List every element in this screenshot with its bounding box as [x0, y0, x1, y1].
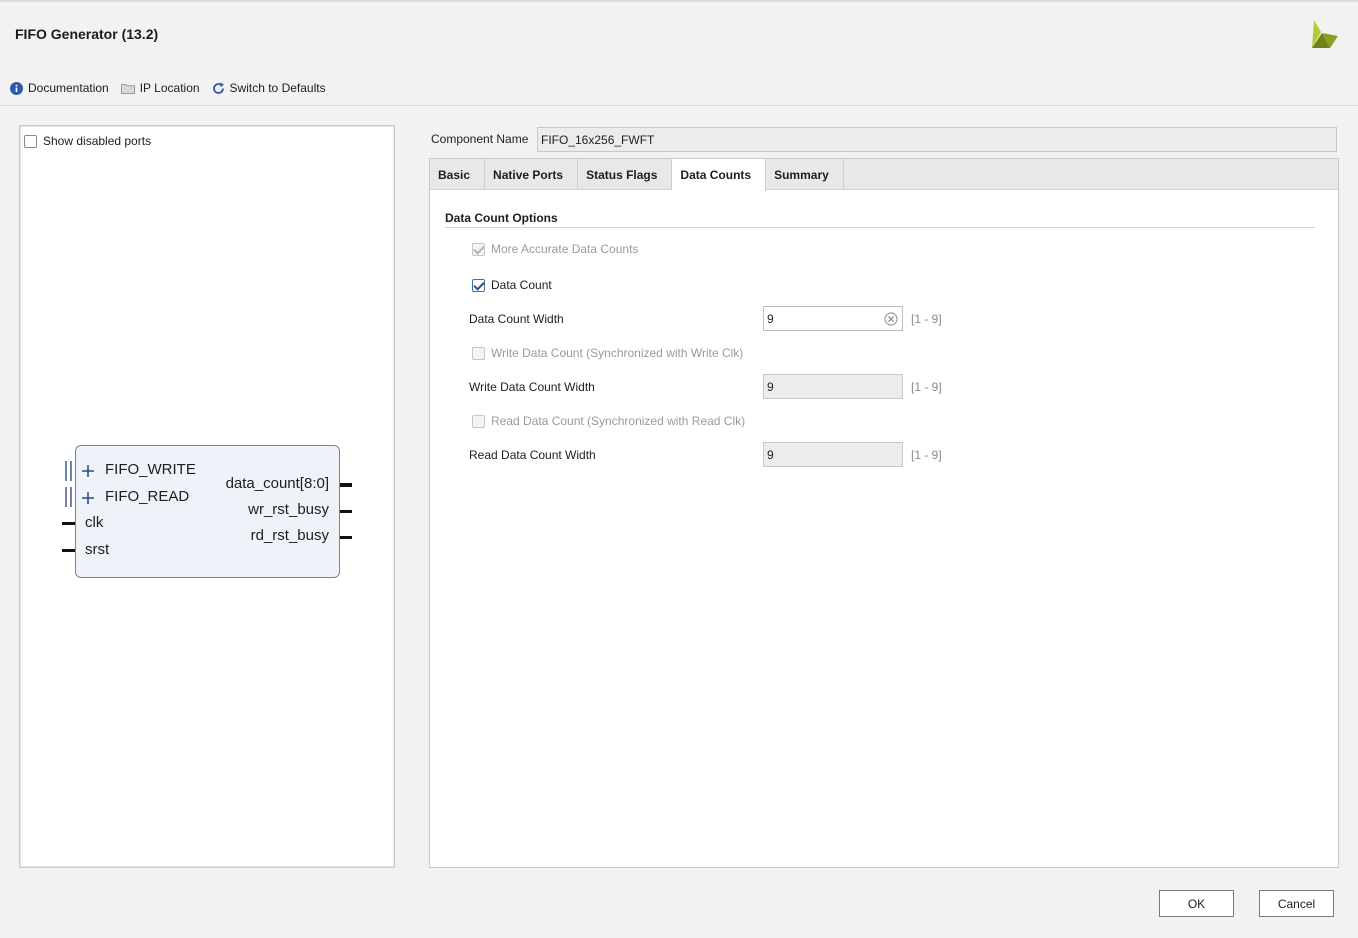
port-fifo-write: FIFO_WRITE — [105, 461, 196, 478]
fifo-write-bus-marker — [65, 461, 67, 481]
show-disabled-ports-label: Show disabled ports — [43, 134, 152, 148]
fifo-write-expand-icon[interactable] — [81, 464, 95, 478]
fifo-read-bus-marker — [65, 487, 67, 507]
data-count-box[interactable] — [472, 278, 485, 292]
port-clk: clk — [85, 514, 104, 531]
cancel-button[interactable]: Cancel — [1259, 890, 1334, 917]
read-data-count-width-input[interactable]: 9 — [763, 442, 903, 467]
tab-strip: Basic Native Ports Status Flags Data Cou… — [430, 159, 1338, 191]
show-disabled-ports-checkbox[interactable]: Show disabled ports — [24, 134, 151, 148]
documentation-button[interactable]: Documentation — [10, 81, 109, 95]
tab-summary[interactable]: Summary — [766, 159, 844, 190]
tab-basic[interactable]: Basic — [430, 159, 486, 190]
write-data-count-width-range: [1 - 9] — [911, 380, 942, 394]
read-data-count-width-range: [1 - 9] — [911, 448, 942, 462]
write-data-count-box[interactable] — [472, 346, 485, 360]
ip-location-button[interactable]: IP Location — [120, 81, 200, 95]
toolbar-divider — [0, 105, 1358, 106]
write-data-count-checkbox[interactable]: Write Data Count (Synchronized with Writ… — [472, 346, 743, 360]
read-data-count-label: Read Data Count (Synchronized with Read … — [491, 414, 746, 428]
rd-rst-busy-stub — [340, 536, 352, 539]
clk-stub — [62, 522, 75, 525]
component-name-field[interactable]: FIFO_16x256_FWFT — [537, 127, 1337, 152]
data-count-width-input[interactable]: 9 — [763, 306, 903, 331]
xilinx-logo — [1312, 20, 1338, 48]
port-data-count: data_count[8:0] — [225, 475, 329, 492]
show-disabled-ports-box[interactable] — [24, 134, 37, 148]
ip-location-label: IP Location — [139, 81, 200, 95]
wr-rst-busy-stub — [340, 510, 352, 513]
read-data-count-width-label: Read Data Count Width — [469, 448, 596, 462]
fifo-write-bus-marker-2 — [70, 461, 72, 481]
fifo-read-expand-icon[interactable] — [81, 491, 95, 505]
data-count-width-label: Data Count Width — [469, 312, 564, 326]
toolbar: Documentation IP Location Switch to Defa… — [10, 79, 338, 97]
data-count-width-value: 9 — [767, 312, 774, 326]
write-data-count-width-label: Write Data Count Width — [469, 380, 595, 394]
section-divider — [445, 227, 1315, 228]
documentation-label: Documentation — [28, 81, 109, 95]
tab-data-counts[interactable]: Data Counts — [672, 159, 767, 191]
port-srst: srst — [85, 541, 110, 558]
tab-native-ports[interactable]: Native Ports — [485, 159, 579, 190]
window-title: FIFO Generator (13.2) — [15, 26, 159, 42]
tab-status-flags[interactable]: Status Flags — [578, 159, 673, 190]
port-rd-rst-busy: rd_rst_busy — [250, 527, 329, 544]
more-accurate-checkbox[interactable]: More Accurate Data Counts — [472, 242, 638, 256]
data-count-label: Data Count — [491, 278, 552, 292]
more-accurate-box[interactable] — [472, 242, 485, 256]
more-accurate-label: More Accurate Data Counts — [491, 242, 639, 256]
switch-defaults-button[interactable]: Switch to Defaults — [212, 81, 326, 95]
switch-defaults-label: Switch to Defaults — [229, 81, 326, 95]
port-wr-rst-busy: wr_rst_busy — [248, 501, 329, 518]
ip-symbol-panel: Show disabled ports FIFO_WRITE FIFO_READ… — [19, 125, 395, 868]
read-data-count-box[interactable] — [472, 414, 485, 428]
data-count-checkbox[interactable]: Data Count — [472, 278, 552, 292]
fifo-read-bus-marker-2 — [70, 487, 72, 507]
folder-icon — [120, 84, 135, 94]
port-fifo-read: FIFO_READ — [105, 488, 190, 505]
refresh-icon — [212, 82, 224, 94]
srst-stub — [62, 549, 75, 552]
write-data-count-label: Write Data Count (Synchronized with Writ… — [491, 346, 744, 360]
info-icon — [10, 81, 23, 95]
section-title: Data Count Options — [445, 211, 558, 225]
write-data-count-width-input[interactable]: 9 — [763, 374, 903, 399]
fifo-generator-symbol: FIFO_WRITE FIFO_READ clk srst data_count… — [75, 445, 340, 578]
data-count-stub — [340, 483, 352, 487]
component-name-label: Component Name — [431, 132, 529, 146]
data-count-width-range: [1 - 9] — [911, 312, 942, 326]
configuration-panel: Basic Native Ports Status Flags Data Cou… — [429, 158, 1339, 868]
read-data-count-checkbox[interactable]: Read Data Count (Synchronized with Read … — [472, 414, 745, 428]
ok-button[interactable]: OK — [1159, 890, 1234, 917]
clear-icon[interactable] — [884, 312, 898, 326]
